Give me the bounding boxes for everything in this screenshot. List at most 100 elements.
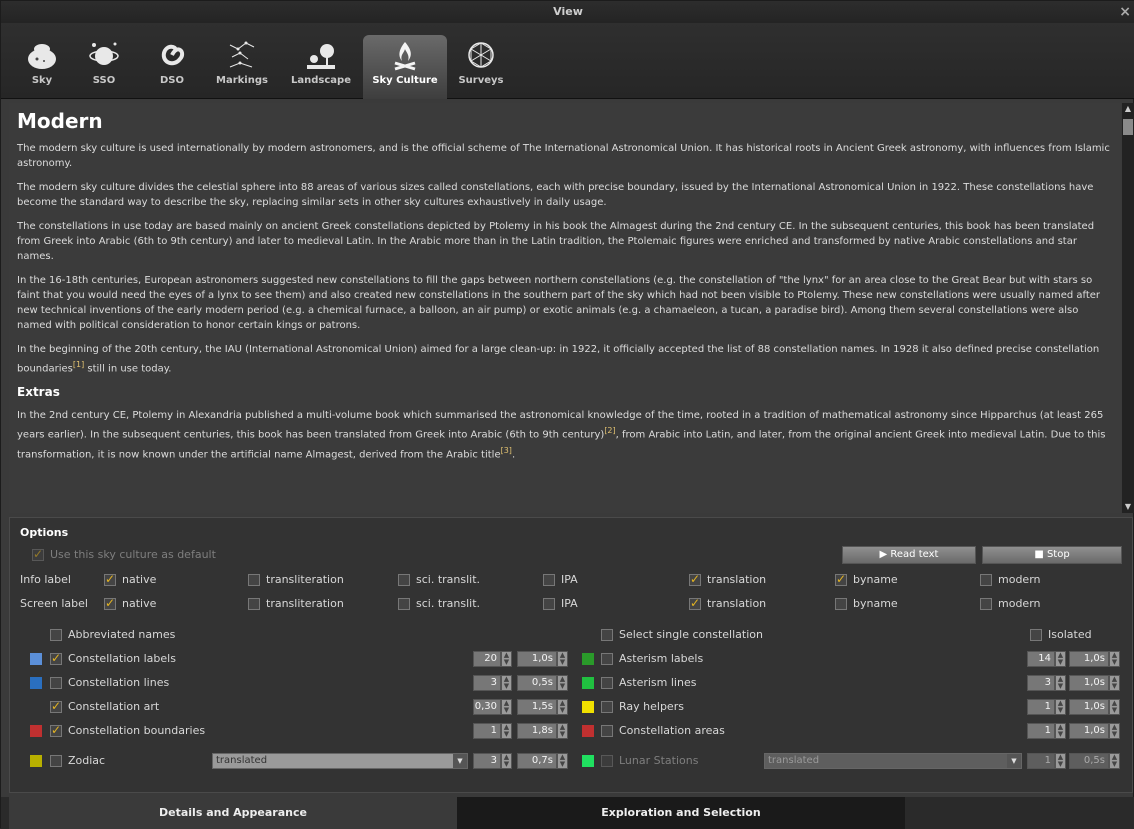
constellation-boundaries-checkbox[interactable] bbox=[50, 723, 62, 737]
reference-link[interactable]: [3] bbox=[501, 446, 512, 455]
tab-details-appearance[interactable]: Details and Appearance bbox=[9, 797, 457, 829]
screen-translation-checkbox[interactable] bbox=[689, 596, 701, 610]
constellation-areas-checkbox[interactable] bbox=[601, 725, 613, 737]
areas-width-spinbox[interactable]: 1 bbox=[1027, 723, 1055, 739]
select-single-checkbox[interactable] bbox=[601, 629, 613, 641]
spin-arrows-icon[interactable]: ▲ ▼ bbox=[1109, 723, 1120, 739]
screen-native-checkbox[interactable] bbox=[104, 596, 116, 610]
screen-ipa-checkbox[interactable] bbox=[543, 598, 555, 610]
screen-transliteration-checkbox[interactable] bbox=[248, 598, 260, 610]
asterism-lines-color-swatch[interactable] bbox=[582, 677, 594, 689]
spin-arrows-icon[interactable]: ▲ ▼ bbox=[557, 699, 568, 715]
window-titlebar[interactable]: View × bbox=[1, 1, 1134, 23]
info-translation-checkbox[interactable] bbox=[689, 572, 701, 586]
info-native-checkbox[interactable] bbox=[104, 572, 116, 586]
spin-arrows-icon[interactable]: ▲ ▼ bbox=[1055, 753, 1066, 769]
asterism-lines-checkbox[interactable] bbox=[601, 677, 613, 689]
boundaries-color-swatch[interactable] bbox=[30, 725, 42, 737]
tab-sky-culture[interactable]: Sky Culture bbox=[363, 35, 447, 99]
zodiac-mode-select[interactable]: translated ▼ bbox=[212, 753, 468, 769]
screen-byname-checkbox[interactable] bbox=[835, 598, 847, 610]
spin-arrows-icon[interactable]: ▲ ▼ bbox=[501, 699, 512, 715]
ray-width-spinbox[interactable]: 1 bbox=[1027, 699, 1055, 715]
read-text-button[interactable]: ▶ Read text bbox=[842, 546, 976, 564]
screen-sci-translit-checkbox[interactable] bbox=[398, 598, 410, 610]
info-sci-translit-checkbox[interactable] bbox=[398, 574, 410, 586]
abbreviated-names-checkbox[interactable] bbox=[50, 629, 62, 641]
lunar-stations-checkbox[interactable] bbox=[601, 755, 613, 767]
spin-arrows-icon[interactable]: ▲ ▼ bbox=[557, 753, 568, 769]
screen-modern-checkbox[interactable] bbox=[980, 598, 992, 610]
info-modern-checkbox[interactable] bbox=[980, 574, 992, 586]
isolated-checkbox[interactable] bbox=[1030, 629, 1042, 641]
scroll-thumb[interactable] bbox=[1123, 119, 1133, 135]
info-byname-checkbox[interactable] bbox=[835, 572, 847, 586]
tab-surveys[interactable]: Surveys bbox=[453, 35, 509, 99]
art-brightness-spinbox[interactable]: 0,30 bbox=[473, 699, 501, 715]
tab-landscape[interactable]: Landscape bbox=[287, 35, 355, 99]
reference-link[interactable]: [2] bbox=[604, 426, 615, 435]
lunar-fade-spinbox[interactable]: 0,5s bbox=[1069, 753, 1109, 769]
zodiac-width-spinbox[interactable]: 3 bbox=[473, 753, 501, 769]
spin-arrows-icon[interactable]: ▲ ▼ bbox=[501, 753, 512, 769]
spin-arrows-icon[interactable]: ▲ ▼ bbox=[1109, 675, 1120, 691]
lunar-width-spinbox[interactable]: 1 bbox=[1027, 753, 1055, 769]
asterism-labels-fade-spinbox[interactable]: 1,0s bbox=[1069, 651, 1109, 667]
lines-fade-spinbox[interactable]: 0,5s bbox=[517, 675, 557, 691]
boundaries-width-spinbox[interactable]: 1 bbox=[473, 723, 501, 739]
constellation-lines-checkbox[interactable] bbox=[50, 677, 62, 689]
info-transliteration-checkbox[interactable] bbox=[248, 574, 260, 586]
labels-fade-spinbox[interactable]: 1,0s bbox=[517, 651, 557, 667]
spin-arrows-icon[interactable]: ▲ ▼ bbox=[1055, 675, 1066, 691]
asterism-labels-size-spinbox[interactable]: 14 bbox=[1027, 651, 1055, 667]
spin-arrows-icon[interactable]: ▲ ▼ bbox=[501, 651, 512, 667]
stop-button[interactable]: ■ Stop bbox=[982, 546, 1122, 564]
asterism-lines-width-spinbox[interactable]: 3 bbox=[1027, 675, 1055, 691]
lunar-mode-select[interactable]: translated ▼ bbox=[764, 753, 1022, 769]
lunar-color-swatch[interactable] bbox=[582, 755, 594, 767]
info-ipa-checkbox[interactable] bbox=[543, 574, 555, 586]
areas-fade-spinbox[interactable]: 1,0s bbox=[1069, 723, 1109, 739]
spin-arrows-icon[interactable]: ▲ ▼ bbox=[557, 651, 568, 667]
lines-width-spinbox[interactable]: 3 bbox=[473, 675, 501, 691]
spin-arrows-icon[interactable]: ▲ ▼ bbox=[1055, 651, 1066, 667]
scroll-down-icon[interactable]: ▼ bbox=[1122, 501, 1134, 513]
asterism-labels-color-swatch[interactable] bbox=[582, 653, 594, 665]
spin-arrows-icon[interactable]: ▲ ▼ bbox=[1109, 651, 1120, 667]
zodiac-fade-spinbox[interactable]: 0,7s bbox=[517, 753, 557, 769]
labels-color-swatch[interactable] bbox=[30, 653, 42, 665]
labels-size-spinbox[interactable]: 20 bbox=[473, 651, 501, 667]
spin-arrows-icon[interactable]: ▲ ▼ bbox=[1109, 699, 1120, 715]
close-icon[interactable]: × bbox=[1119, 1, 1131, 23]
sky-culture-description[interactable]: Modern The modern sky culture is used in… bbox=[9, 103, 1121, 513]
spin-arrows-icon[interactable]: ▲ ▼ bbox=[557, 675, 568, 691]
ray-helpers-checkbox[interactable] bbox=[601, 701, 613, 713]
spin-arrows-icon[interactable]: ▲ ▼ bbox=[1055, 723, 1066, 739]
ray-helpers-color-swatch[interactable] bbox=[582, 701, 594, 713]
spin-arrows-icon[interactable]: ▲ ▼ bbox=[1055, 699, 1066, 715]
constellation-art-checkbox[interactable] bbox=[50, 699, 62, 713]
boundaries-fade-spinbox[interactable]: 1,8s bbox=[517, 723, 557, 739]
spin-arrows-icon[interactable]: ▲ ▼ bbox=[501, 723, 512, 739]
art-fade-spinbox[interactable]: 1,5s bbox=[517, 699, 557, 715]
tab-sky[interactable]: Sky bbox=[19, 35, 65, 99]
scroll-up-icon[interactable]: ▲ bbox=[1122, 103, 1134, 115]
reference-link[interactable]: [1] bbox=[73, 360, 84, 369]
use-default-checkbox[interactable] bbox=[32, 547, 44, 561]
spin-arrows-icon[interactable]: ▲ ▼ bbox=[557, 723, 568, 739]
tab-sso[interactable]: SSO bbox=[81, 35, 127, 99]
tab-dso[interactable]: DSO bbox=[149, 35, 195, 99]
ray-fade-spinbox[interactable]: 1,0s bbox=[1069, 699, 1109, 715]
areas-color-swatch[interactable] bbox=[582, 725, 594, 737]
tab-markings[interactable]: Markings bbox=[213, 35, 271, 99]
asterism-labels-checkbox[interactable] bbox=[601, 653, 613, 665]
constellation-labels-checkbox[interactable] bbox=[50, 651, 62, 665]
zodiac-color-swatch[interactable] bbox=[30, 755, 42, 767]
spin-arrows-icon[interactable]: ▲ ▼ bbox=[501, 675, 512, 691]
description-scrollbar[interactable]: ▲ ▼ bbox=[1122, 103, 1134, 513]
asterism-lines-fade-spinbox[interactable]: 1,0s bbox=[1069, 675, 1109, 691]
lines-color-swatch[interactable] bbox=[30, 677, 42, 689]
tab-exploration-selection[interactable]: Exploration and Selection bbox=[457, 797, 905, 829]
spin-arrows-icon[interactable]: ▲ ▼ bbox=[1109, 753, 1120, 769]
zodiac-checkbox[interactable] bbox=[50, 755, 62, 767]
